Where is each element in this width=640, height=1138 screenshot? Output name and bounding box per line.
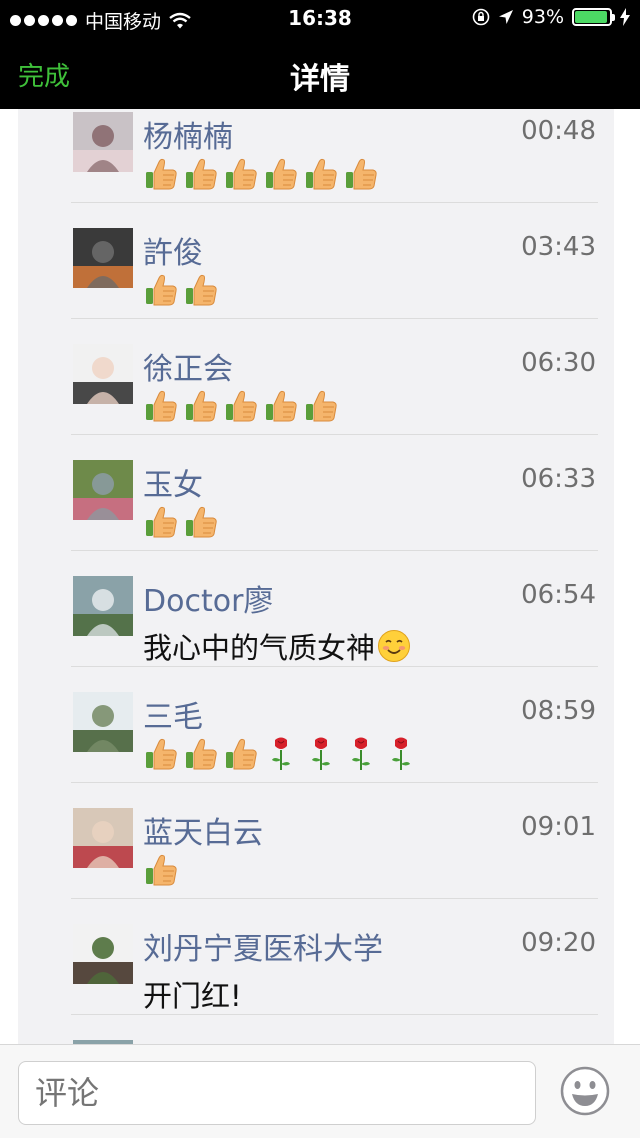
navigation-bar: 完成 详情 bbox=[0, 36, 640, 109]
comment-input-bar bbox=[0, 1044, 640, 1138]
rose-icon bbox=[352, 737, 370, 770]
avatar[interactable] bbox=[73, 228, 133, 288]
comment-row[interactable]: 玉女 06:33 bbox=[18, 442, 614, 558]
thumbs-up-icon bbox=[186, 274, 217, 306]
thumbs-up-icon bbox=[146, 158, 177, 190]
thumbs-up-icon bbox=[146, 274, 177, 306]
battery-level-fill bbox=[575, 11, 607, 23]
commenter-name[interactable]: 刘丹宁夏医科大学 bbox=[143, 924, 383, 968]
row-divider bbox=[71, 1014, 598, 1015]
comment-row[interactable]: 許俊 03:43 bbox=[18, 210, 614, 326]
battery-percent: 93% bbox=[521, 6, 564, 28]
emoji-reaction-row bbox=[143, 736, 419, 772]
moments-detail-screen: 中国移动 16:38 93% 完成 详情 杨楠楠 00:48 許俊 03:43 … bbox=[0, 0, 640, 1138]
thumbs-up-icon bbox=[146, 854, 177, 886]
row-divider bbox=[71, 434, 598, 435]
row-divider bbox=[71, 318, 598, 319]
commenter-name[interactable]: 杨楠楠 bbox=[143, 112, 233, 156]
rose-icon bbox=[392, 737, 410, 770]
avatar[interactable] bbox=[73, 460, 133, 520]
comment-text: 开门红! bbox=[143, 973, 242, 1015]
comment-time: 09:01 bbox=[521, 812, 596, 842]
thumbs-up-icon bbox=[266, 390, 297, 422]
avatar[interactable] bbox=[73, 112, 133, 172]
done-button[interactable]: 完成 bbox=[18, 56, 70, 93]
comment-text-content: 开门红! bbox=[143, 979, 242, 1013]
avatar[interactable] bbox=[73, 576, 133, 636]
page-title: 详情 bbox=[290, 62, 350, 97]
row-divider bbox=[71, 666, 598, 667]
comment-time: 03:43 bbox=[521, 232, 596, 262]
thumbs-up-icon bbox=[306, 158, 337, 190]
thumbs-up-icon bbox=[346, 158, 377, 190]
emoji-reaction-row bbox=[143, 272, 219, 308]
avatar[interactable] bbox=[73, 344, 133, 404]
comment-row[interactable]: 蓝天白云 09:01 bbox=[18, 790, 614, 906]
comment-input[interactable] bbox=[18, 1061, 536, 1125]
emoji-reaction-row bbox=[143, 388, 339, 424]
signal-strength-icon bbox=[10, 15, 77, 26]
commenter-name[interactable]: 徐正会 bbox=[143, 344, 233, 388]
thumbs-up-icon bbox=[226, 390, 257, 422]
orientation-lock-icon bbox=[472, 8, 490, 26]
thumbs-up-icon bbox=[226, 738, 257, 770]
row-divider bbox=[71, 202, 598, 203]
charging-bolt-icon bbox=[620, 8, 630, 26]
status-bar: 中国移动 16:38 93% bbox=[0, 0, 640, 36]
comment-row[interactable]: Doctor廖 06:54 我心中的气质女神 bbox=[18, 558, 614, 674]
avatar[interactable] bbox=[73, 808, 133, 868]
thumbs-up-icon bbox=[146, 738, 177, 770]
comment-text-content: 我心中的气质女神 bbox=[143, 631, 376, 665]
row-divider bbox=[71, 550, 598, 551]
blush-smile-icon bbox=[378, 630, 411, 662]
commenter-name[interactable]: Doctor廖 bbox=[143, 576, 273, 620]
avatar[interactable] bbox=[73, 924, 133, 984]
row-divider bbox=[71, 782, 598, 783]
rose-icon bbox=[312, 737, 330, 770]
thumbs-up-icon bbox=[186, 390, 217, 422]
rose-icon bbox=[272, 737, 290, 770]
location-arrow-icon bbox=[498, 10, 513, 24]
thumbs-up-icon bbox=[146, 390, 177, 422]
thumbs-up-icon bbox=[226, 158, 257, 190]
emoji-reaction-row bbox=[143, 156, 379, 192]
comment-time: 06:30 bbox=[521, 348, 596, 378]
commenter-name[interactable]: 蓝天白云 bbox=[143, 808, 263, 852]
comment-time: 00:48 bbox=[521, 116, 596, 146]
commenter-name[interactable]: 三毛 bbox=[143, 692, 203, 736]
comment-text: 我心中的气质女神 bbox=[143, 625, 411, 667]
thumbs-up-icon bbox=[186, 506, 217, 538]
thumbs-up-icon bbox=[186, 738, 217, 770]
comment-row[interactable]: 徐正会 06:30 bbox=[18, 326, 614, 442]
comment-list[interactable]: 杨楠楠 00:48 許俊 03:43 徐正会 06:30 玉女 06:33 Doctor廖 06:… bbox=[18, 109, 614, 1044]
comment-row[interactable]: 三毛 08:59 bbox=[18, 674, 614, 790]
thumbs-up-icon bbox=[146, 506, 177, 538]
battery-icon bbox=[572, 8, 615, 26]
carrier-label: 中国移动 bbox=[85, 11, 162, 33]
smiley-face-icon[interactable] bbox=[560, 1066, 610, 1116]
thumbs-up-icon bbox=[306, 390, 337, 422]
comment-row[interactable]: 刘丹宁夏医科大学 09:20 开门红! bbox=[18, 906, 614, 1022]
row-divider bbox=[71, 898, 598, 899]
commenter-name[interactable]: 許俊 bbox=[143, 228, 203, 272]
comment-row[interactable]: 杨楠楠 00:48 bbox=[18, 109, 614, 210]
comment-time: 06:54 bbox=[521, 580, 596, 610]
wifi-icon bbox=[169, 12, 191, 29]
emoji-reaction-row bbox=[143, 504, 219, 540]
avatar[interactable] bbox=[73, 692, 133, 752]
emoji-reaction-row bbox=[143, 852, 179, 888]
commenter-name[interactable]: 玉女 bbox=[143, 460, 203, 504]
comment-time: 09:20 bbox=[521, 928, 596, 958]
comment-time: 06:33 bbox=[521, 464, 596, 494]
thumbs-up-icon bbox=[186, 158, 217, 190]
thumbs-up-icon bbox=[266, 158, 297, 190]
comment-time: 08:59 bbox=[521, 696, 596, 726]
